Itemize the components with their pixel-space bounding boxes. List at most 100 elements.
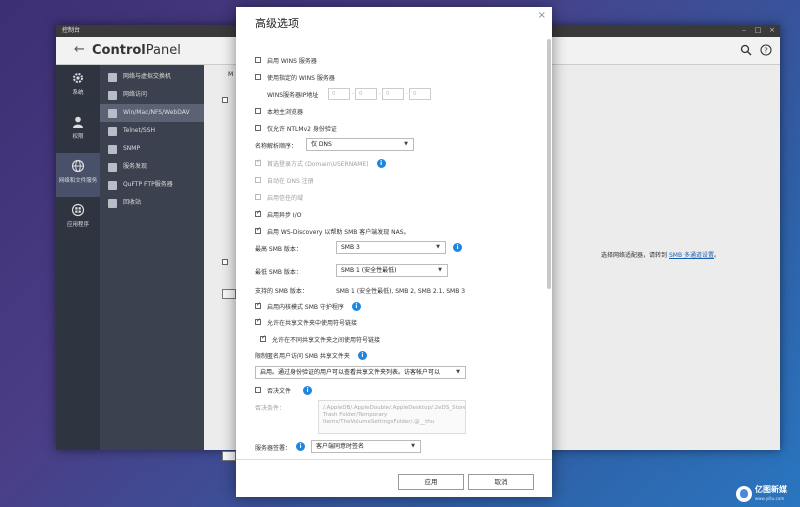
ip-octet-3[interactable]: 0 <box>382 88 404 100</box>
help-icon[interactable]: ? <box>760 44 772 56</box>
scrollbar-thumb[interactable] <box>547 39 551 289</box>
ntlmv2-checkbox[interactable] <box>255 125 261 131</box>
watermark-logo-icon <box>736 486 752 502</box>
symlink-in-share-checkbox[interactable] <box>255 317 261 325</box>
info-icon[interactable]: i <box>453 243 462 252</box>
network-access-icon <box>108 90 117 100</box>
async-io-checkbox[interactable] <box>255 209 261 217</box>
main-button[interactable] <box>222 451 236 461</box>
async-io-option[interactable]: 启用异步 I/O <box>255 209 301 219</box>
dialog-title: 高级选项 <box>255 17 299 30</box>
info-icon[interactable]: i <box>376 158 386 168</box>
close-icon[interactable]: × <box>538 10 546 21</box>
rail-item-label: 网络和文件服务 <box>58 178 98 184</box>
globe-icon <box>71 159 85 173</box>
wins-server-option[interactable]: 启用 WINS 服务器 <box>255 55 317 65</box>
maximize-icon[interactable]: □ <box>754 26 762 34</box>
window-controls: – □ × <box>740 26 776 34</box>
rail-item-privilege[interactable]: 权限 <box>56 109 100 153</box>
chevron-down-icon: ▼ <box>411 443 415 449</box>
nav-item-network-access[interactable]: 网络访问 <box>100 86 204 104</box>
name-resolution-select[interactable]: 仅 DNS ▼ <box>306 138 414 151</box>
nav-item-service-discovery[interactable]: 服务发现 <box>100 158 204 176</box>
window-title: 控制台 <box>62 27 81 34</box>
user-icon <box>73 116 83 128</box>
search-icon[interactable] <box>740 44 752 56</box>
nav-item-ftp-server[interactable]: QuFTP FTP服务器 <box>100 176 204 194</box>
info-icon[interactable]: i <box>303 385 313 395</box>
svg-text:?: ? <box>764 47 768 55</box>
max-smb-select[interactable]: SMB 3 ▼ <box>336 241 446 254</box>
close-icon[interactable]: × <box>768 26 776 34</box>
sub-nav: 网络与虚拟交换机 网络访问 Win/Mac/NFS/WebDAV Telnet/… <box>100 65 204 450</box>
dialog-scrollbar[interactable] <box>547 39 551 458</box>
trusted-domain-option: 启用信任的域 <box>255 192 303 202</box>
veto-condition-textarea: /.AppleDB/.AppleDouble/.AppleDesktop/:2e… <box>318 400 466 434</box>
symlink-across-option[interactable]: 允许在不同共享文件夹之间使用符号链接 <box>260 334 380 344</box>
ip-octet-2[interactable]: 0 <box>355 88 377 100</box>
smb-multichannel-link[interactable]: SMB 多通道设置 <box>669 252 714 259</box>
apps-icon <box>71 203 85 217</box>
main-button[interactable] <box>222 289 236 299</box>
nav-item-snmp[interactable]: SNMP <box>100 140 204 158</box>
category-rail: 系统 权限 网络和文件服务 应用程序 <box>56 65 100 450</box>
minimize-icon[interactable]: – <box>740 26 748 34</box>
ws-discovery-option[interactable]: 启用 WS-Discovery 以帮助 SMB 客户端发现 NAS。 <box>255 226 410 236</box>
gear-icon <box>73 73 83 83</box>
ip-separator: . <box>406 89 408 96</box>
rail-item-system[interactable]: 系统 <box>56 65 100 109</box>
info-icon[interactable]: i <box>357 350 367 360</box>
login-style-option: 首选登录方式 (Domain\USERNAME) i <box>255 158 386 168</box>
wins-server-checkbox[interactable] <box>255 57 261 63</box>
terminal-icon <box>108 126 117 136</box>
ip-octet-1[interactable]: 0 <box>328 88 350 100</box>
rail-item-label: 权限 <box>72 134 84 140</box>
symlink-across-checkbox[interactable] <box>260 334 266 342</box>
ws-discovery-checkbox[interactable] <box>255 226 261 234</box>
nav-item-win-mac-nfs-webdav[interactable]: Win/Mac/NFS/WebDAV <box>100 104 204 122</box>
ntlmv2-option[interactable]: 仅允许 NTLMv2 身份验证 <box>255 123 337 133</box>
server-signing-select[interactable]: 客户端同意时签名 ▼ <box>311 440 421 453</box>
supported-smb-label: 支持的 SMB 版本： <box>255 288 308 295</box>
dialog-footer: 应用 取消 <box>236 459 552 497</box>
ip-octet-4[interactable]: 0 <box>409 88 431 100</box>
kernel-smb-checkbox[interactable] <box>255 301 261 309</box>
main-checkbox[interactable] <box>222 97 228 103</box>
rail-item-applications[interactable]: 应用程序 <box>56 197 100 241</box>
ftp-icon <box>108 180 117 190</box>
watermark-text: 亿图新媒 www.yiitu.com <box>755 485 787 501</box>
network-switch-icon <box>108 72 117 82</box>
nav-item-recycle-bin[interactable]: 回收站 <box>100 194 204 212</box>
symlink-in-share-option[interactable]: 允许在共享文件夹中使用符号链接 <box>255 317 357 327</box>
nav-item-telnet-ssh[interactable]: Telnet/SSH <box>100 122 204 140</box>
max-smb-label: 最高 SMB 版本： <box>255 246 302 253</box>
nav-item-network-virtual-switch[interactable]: 网络与虚拟交换机 <box>100 68 204 86</box>
wins-ip-label: WINS服务器IP地址 <box>267 92 319 99</box>
ip-separator: . <box>352 89 354 96</box>
min-smb-select[interactable]: SMB 1 (安全性最低) ▼ <box>336 264 448 277</box>
rail-item-network-file-services[interactable]: 网络和文件服务 <box>56 153 100 197</box>
veto-files-checkbox[interactable] <box>255 387 261 393</box>
use-wins-option[interactable]: 使用指定的 WINS 服务器 <box>255 72 335 82</box>
trusted-domain-checkbox <box>255 194 261 200</box>
use-wins-checkbox[interactable] <box>255 74 261 80</box>
kernel-smb-option[interactable]: 启用内核模式 SMB 守护程序 i <box>255 301 361 311</box>
info-icon[interactable]: i <box>351 301 361 311</box>
cancel-button[interactable]: 取消 <box>468 474 534 490</box>
veto-files-option[interactable]: 否决文件 i <box>255 385 313 395</box>
rail-item-label: 应用程序 <box>66 222 89 228</box>
watermark: 亿图新媒 www.yiitu.com <box>736 484 794 504</box>
dialog-body: 启用 WINS 服务器 使用指定的 WINS 服务器 WINS服务器IP地址 0… <box>236 39 552 458</box>
local-master-browser-option[interactable]: 本地主浏览器 <box>255 106 303 116</box>
advanced-options-dialog: 高级选项 × 启用 WINS 服务器 使用指定的 WINS 服务器 WINS服务… <box>236 7 552 497</box>
apply-button[interactable]: 应用 <box>398 474 464 490</box>
login-style-checkbox <box>255 158 261 166</box>
main-tab[interactable]: M <box>228 71 233 78</box>
chevron-down-icon: ▼ <box>454 367 460 378</box>
local-master-browser-checkbox[interactable] <box>255 108 261 114</box>
back-arrow-icon[interactable]: ← <box>74 42 85 57</box>
anonymous-access-select[interactable]: 启用。通过身份验证的用户可以查看共享文件夹列表。访客帐户可以 ▼ <box>255 366 466 379</box>
main-checkbox[interactable] <box>222 259 228 265</box>
ip-separator: . <box>379 89 381 96</box>
info-icon[interactable]: i <box>296 442 305 451</box>
